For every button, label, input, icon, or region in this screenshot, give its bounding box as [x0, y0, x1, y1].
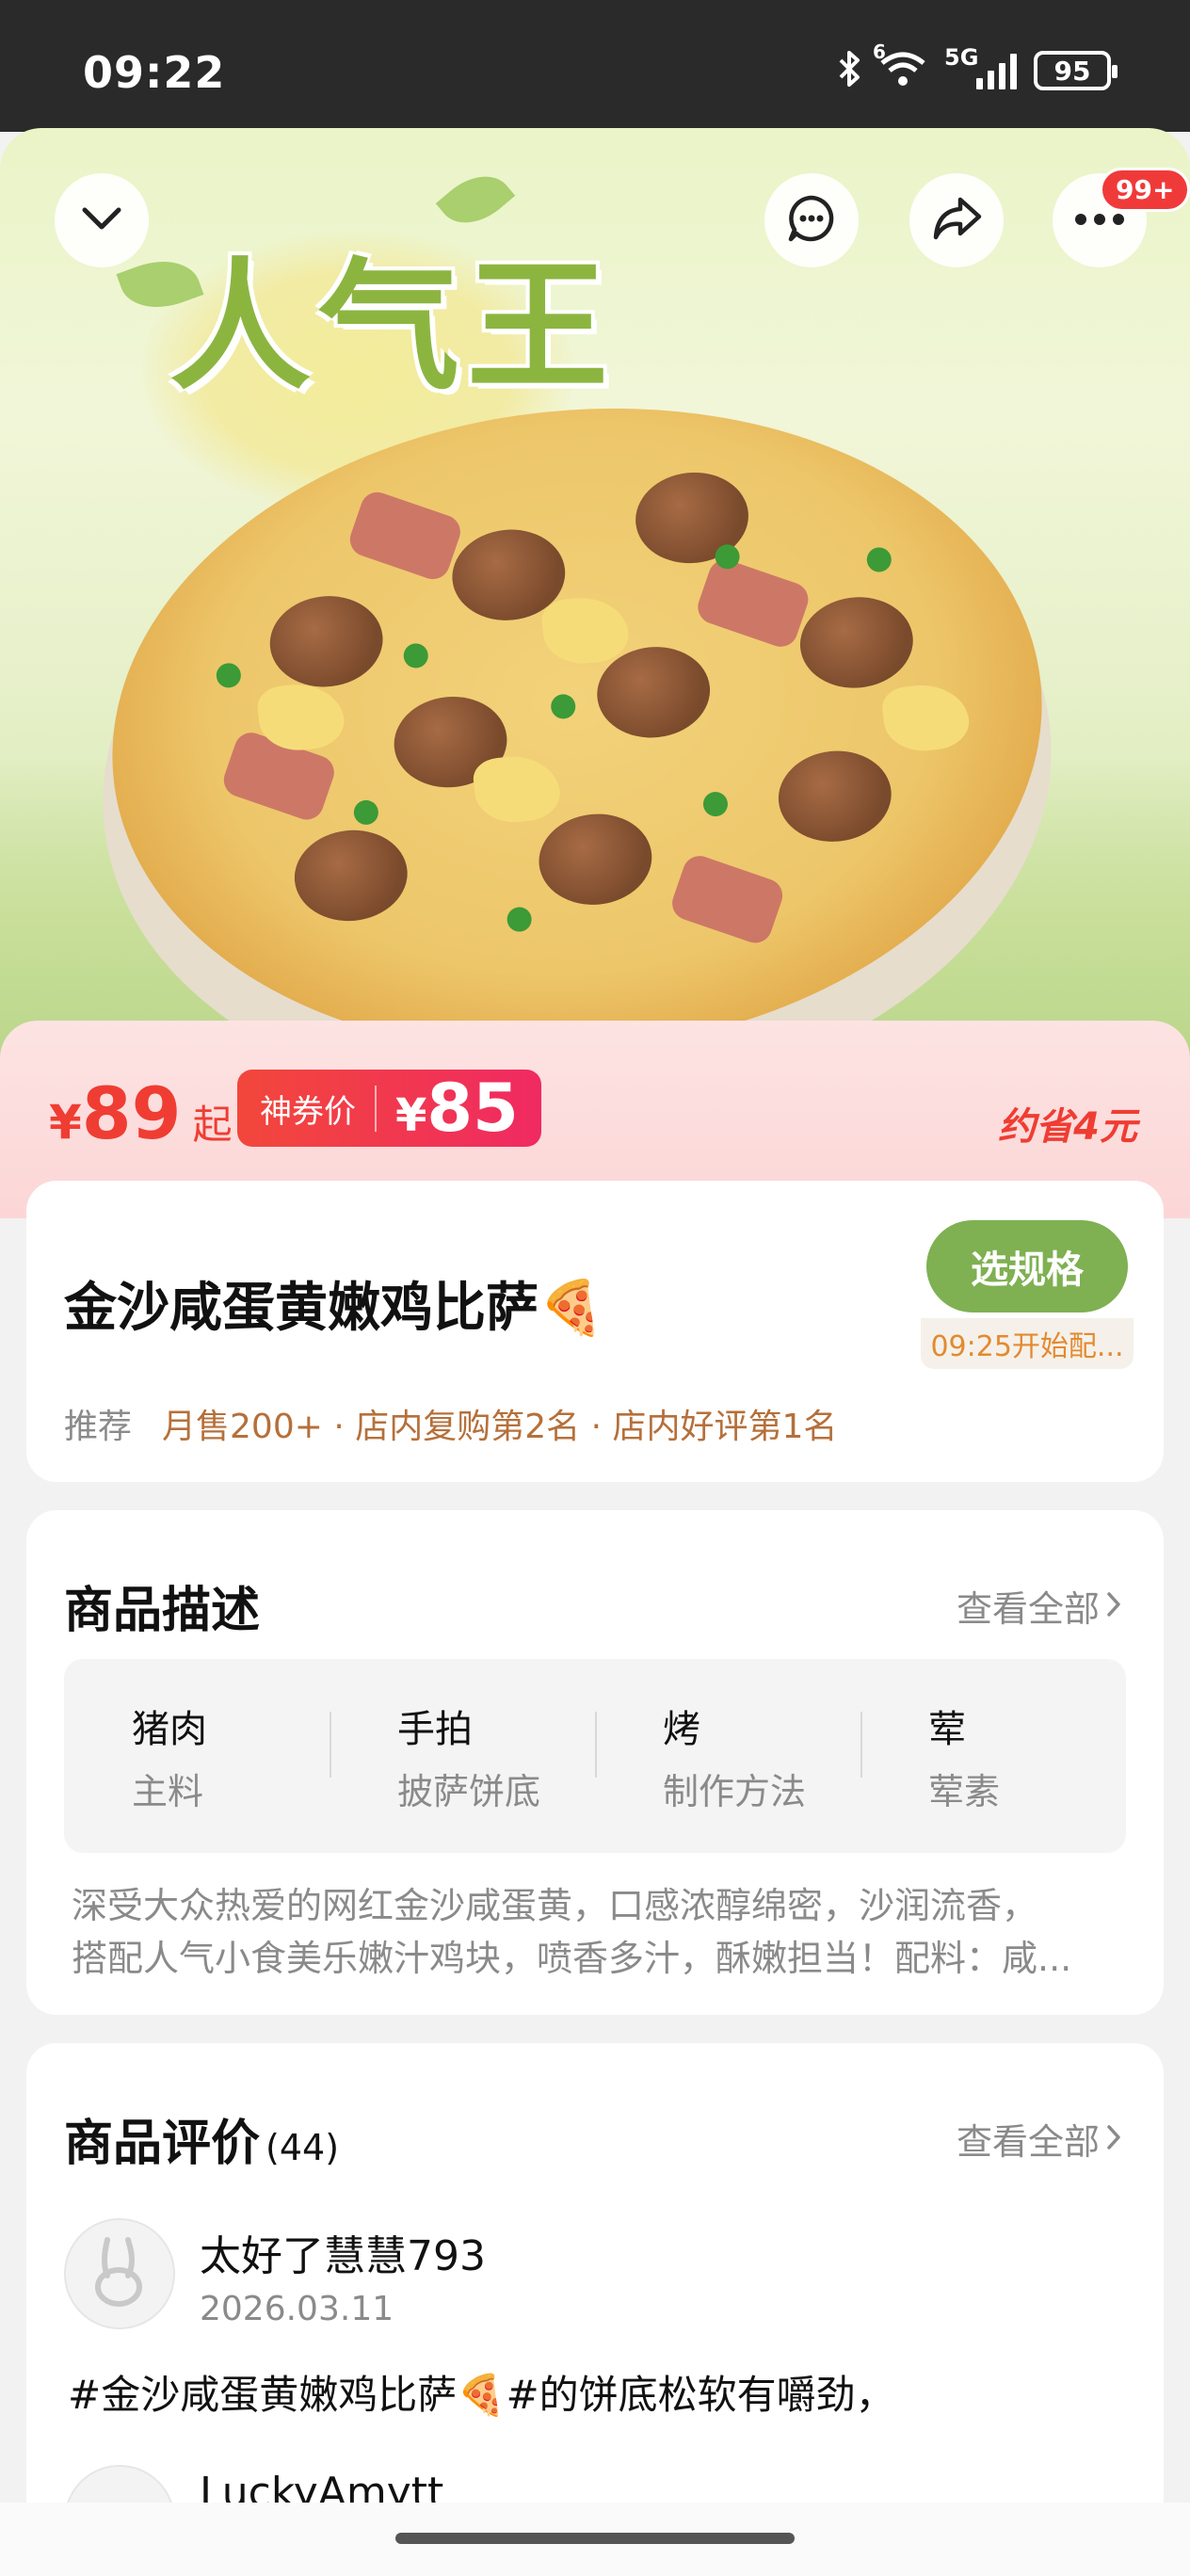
- attribute-item: 荤 荤素: [860, 1699, 1126, 1814]
- description-line: 搭配人气小食美乐嫩汁鸡块，喷香多汁，酥嫩担当！配料：咸...: [72, 1938, 1072, 1979]
- coupon-label: 神券价: [260, 1085, 377, 1132]
- product-info-card: 金沙咸蛋黄嫩鸡比萨🍕 选规格 09:25开始配... 推荐 月售200+ · 店…: [26, 1181, 1164, 1482]
- select-spec-button[interactable]: 选规格: [926, 1220, 1128, 1312]
- see-all-label: 查看全部: [956, 2121, 1100, 2163]
- chat-icon: [785, 192, 838, 249]
- see-all-label: 查看全部: [956, 1588, 1100, 1630]
- description-see-all-link[interactable]: 查看全部: [957, 1580, 1122, 1632]
- more-icon: [1074, 212, 1125, 230]
- attribute-value: 烤: [663, 1707, 700, 1751]
- product-name: 金沙咸蛋黄嫩鸡比萨🍕: [64, 1278, 604, 1339]
- chevron-right-icon: [1105, 2118, 1122, 2160]
- recommend-label: 推荐: [64, 1408, 133, 1446]
- product-highlights: 推荐 月售200+ · 店内复购第2名 · 店内好评第1名: [64, 1399, 837, 1448]
- share-button[interactable]: [909, 173, 1004, 267]
- attribute-value: 荤: [928, 1707, 966, 1751]
- reviews-title: 商品评价 (44): [64, 2103, 339, 2174]
- attribute-label: 制作方法: [663, 1770, 807, 1812]
- back-button[interactable]: [55, 173, 149, 267]
- bluetooth-icon: [837, 49, 861, 92]
- price: ¥ 89 起: [49, 1071, 233, 1155]
- rabbit-avatar-icon: [87, 2234, 153, 2313]
- product-hero-image: 人气王 99+: [0, 128, 1190, 1070]
- status-time: 09:22: [83, 47, 226, 98]
- description-card: 商品描述 查看全部 猪肉 主料 手拍 披萨饼底 烤 制作方法 荤 荤素 深受大众…: [26, 1510, 1164, 2015]
- description-text: 深受大众热爱的网红金沙咸蛋黄，口感浓醇绵密，沙润流香， 搭配人气小食美乐嫩汁鸡块…: [72, 1879, 1126, 1985]
- hero-title: 人气王: [169, 246, 617, 410]
- price-value: 89: [81, 1071, 182, 1155]
- coupon-price: ¥85: [395, 1070, 519, 1147]
- saving-text: 约省4元: [998, 1105, 1137, 1149]
- attribute-label: 披萨饼底: [397, 1770, 541, 1812]
- notification-badge: 99+: [1100, 168, 1190, 212]
- home-indicator[interactable]: [395, 2533, 795, 2544]
- review-date: 2026.03.11: [200, 2290, 394, 2328]
- coupon-price-badge: 神券价 ¥85: [237, 1070, 541, 1147]
- reviews-see-all-link[interactable]: 查看全部: [957, 2113, 1122, 2165]
- reviews-title-text: 商品评价: [64, 2116, 261, 2172]
- battery-icon: 95: [1034, 51, 1118, 90]
- review-username: 太好了慧慧793: [200, 2232, 486, 2280]
- signal-icon: 5G: [944, 44, 1017, 89]
- chevron-right-icon: [1105, 1586, 1122, 1627]
- attribute-item: 猪肉 主料: [64, 1699, 330, 1814]
- delivery-start-time: 09:25开始配...: [921, 1318, 1134, 1369]
- avatar[interactable]: [64, 2218, 175, 2329]
- attribute-item: 手拍 披萨饼底: [330, 1699, 595, 1814]
- attribute-item: 烤 制作方法: [595, 1699, 860, 1814]
- coupon-value: 85: [426, 1070, 519, 1147]
- description-title: 商品描述: [64, 1583, 261, 1639]
- chevron-down-icon: [79, 204, 124, 236]
- wifi-label: 6: [873, 40, 886, 63]
- wifi-icon: 6: [873, 40, 927, 91]
- review-count: (44): [265, 2127, 340, 2168]
- description-line: 深受大众热爱的网红金沙咸蛋黄，口感浓醇绵密，沙润流香，: [72, 1885, 1038, 1926]
- share-icon: [930, 194, 983, 247]
- review-text: #金沙咸蛋黄嫩鸡比萨🍕#的饼底松软有嚼劲，: [68, 2372, 895, 2418]
- network-label: 5G: [944, 44, 979, 71]
- attribute-label: 主料: [132, 1770, 204, 1812]
- reviews-card: 商品评价 (44) 查看全部 太好了慧慧793 2026.03.11 #金沙咸蛋黄…: [26, 2043, 1164, 2576]
- sales-ranking: 月售200+ · 店内复购第2名 · 店内好评第1名: [162, 1408, 838, 1446]
- battery-level: 95: [1053, 55, 1091, 87]
- price-suffix: 起: [192, 1102, 233, 1148]
- attribute-value: 手拍: [397, 1707, 473, 1751]
- status-icons: 6 5G 95: [837, 40, 1118, 92]
- chat-button[interactable]: [764, 173, 859, 267]
- attribute-label: 荤素: [928, 1770, 1001, 1812]
- attribute-value: 猪肉: [132, 1707, 207, 1751]
- coupon-currency: ¥: [395, 1089, 427, 1142]
- attributes-box: 猪肉 主料 手拍 披萨饼底 烤 制作方法 荤 荤素: [64, 1659, 1126, 1853]
- price-currency: ¥: [49, 1095, 82, 1150]
- status-bar: 09:22 6 5G 95: [0, 0, 1190, 132]
